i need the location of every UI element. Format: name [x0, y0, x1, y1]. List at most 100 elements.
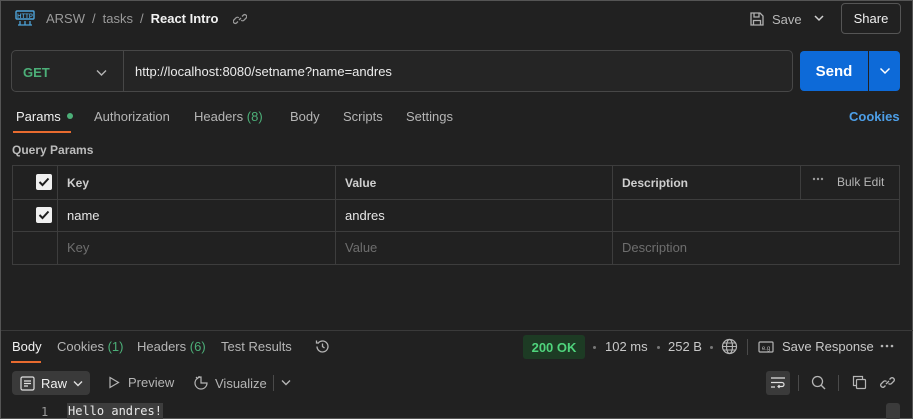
divider [1, 330, 913, 331]
response-tab-headers[interactable]: Headers (6) [137, 339, 206, 354]
response-size[interactable]: 252 B [668, 339, 702, 354]
save-response-icon: e.g [758, 340, 774, 354]
divider [612, 166, 613, 264]
url-input[interactable]: http://localhost:8080/setname?name=andre… [135, 64, 392, 79]
format-label: Raw [41, 375, 68, 391]
divider [800, 166, 801, 199]
breadcrumb-item-collection[interactable]: tasks [103, 11, 133, 26]
history-icon[interactable] [314, 338, 331, 355]
tab-settings[interactable]: Settings [406, 109, 453, 124]
tab-headers[interactable]: Headers (8) [194, 109, 263, 124]
separator-dot [593, 346, 596, 349]
tab-headers-count: (8) [246, 109, 263, 124]
response-tab-body[interactable]: Body [12, 339, 42, 354]
query-params-table: Key Value Description Bulk Edit name and… [12, 165, 900, 265]
separator-dot [710, 346, 713, 349]
new-description-input[interactable]: Description [622, 240, 687, 255]
cookies-link[interactable]: Cookies [849, 109, 900, 124]
response-tab-headers-label: Headers [137, 339, 187, 354]
save-response-button[interactable]: e.g Save Response [758, 339, 874, 354]
divider [13, 231, 899, 232]
chevron-down-icon [73, 380, 83, 387]
wrap-icon [770, 376, 786, 390]
chevron-down-icon[interactable] [96, 69, 107, 77]
svg-text:HTTP: HTTP [17, 14, 33, 20]
copy-icon[interactable] [852, 375, 867, 390]
save-button[interactable]: Save [749, 7, 807, 31]
status-badge[interactable]: 200 OK [523, 335, 585, 359]
divider [123, 51, 124, 91]
separator-dot [657, 346, 660, 349]
preview-label: Preview [128, 375, 175, 390]
raw-icon [20, 375, 35, 391]
response-tab-cookies-count: (1) [107, 339, 124, 354]
divider [13, 199, 899, 200]
param-key-cell[interactable]: name [67, 208, 100, 223]
chevron-down-icon [879, 67, 891, 75]
select-all-checkbox[interactable] [36, 174, 52, 190]
line-number: 1 [41, 405, 49, 419]
link-icon[interactable] [880, 375, 895, 390]
save-response-label: Save Response [782, 339, 874, 354]
chevron-down-icon[interactable] [281, 379, 291, 386]
tab-params-label: Params [16, 109, 61, 124]
response-time[interactable]: 102 ms [605, 339, 648, 354]
divider [838, 375, 839, 391]
divider [273, 375, 274, 391]
new-value-input[interactable]: Value [345, 240, 377, 255]
method-select[interactable]: GET [23, 65, 50, 80]
tab-scripts[interactable]: Scripts [343, 109, 383, 124]
visualize-label: Visualize [215, 375, 267, 391]
visualize-button[interactable]: Visualize [193, 375, 267, 391]
chevron-down-icon[interactable] [813, 12, 825, 24]
wrap-lines-button[interactable] [766, 371, 790, 395]
format-select[interactable]: Raw [12, 371, 90, 395]
globe-icon[interactable] [721, 338, 738, 355]
divider [57, 166, 58, 264]
save-label: Save [772, 11, 802, 27]
breadcrumb-separator: / [92, 11, 96, 26]
send-button[interactable]: Send [800, 51, 868, 91]
send-options-button[interactable] [869, 51, 900, 91]
query-params-heading: Query Params [12, 143, 94, 157]
more-icon[interactable] [880, 342, 894, 350]
visualize-icon [193, 375, 209, 391]
column-header-value: Value [345, 176, 377, 190]
scrollbar[interactable] [886, 403, 900, 419]
column-header-key: Key [67, 176, 90, 190]
response-tab-headers-count: (6) [189, 339, 206, 354]
response-body-line[interactable]: Hello andres! [67, 403, 163, 419]
divider [798, 375, 799, 391]
active-tab-indicator [11, 361, 41, 363]
link-icon[interactable] [233, 12, 247, 26]
new-key-input[interactable]: Key [67, 240, 89, 255]
tab-params[interactable]: Params [16, 109, 73, 124]
tab-authorization[interactable]: Authorization [94, 109, 170, 124]
response-tab-test-results[interactable]: Test Results [221, 339, 292, 354]
param-value-cell[interactable]: andres [345, 208, 385, 223]
bulk-edit-button[interactable]: Bulk Edit [837, 175, 884, 189]
svg-text:e.g: e.g [762, 346, 770, 352]
params-active-dot [66, 113, 73, 119]
request-title[interactable]: React Intro [151, 11, 219, 26]
more-icon[interactable] [812, 173, 824, 185]
http-icon: HTTP [15, 9, 35, 27]
row-checkbox[interactable] [36, 207, 52, 223]
breadcrumb-separator: / [139, 11, 144, 26]
active-tab-indicator [13, 131, 71, 133]
breadcrumb: ARSW / tasks / React Intro [46, 11, 219, 26]
response-tab-cookies[interactable]: Cookies (1) [57, 339, 123, 354]
play-icon [108, 376, 120, 389]
search-icon[interactable] [811, 375, 826, 390]
response-tab-cookies-label: Cookies [57, 339, 104, 354]
preview-button[interactable]: Preview [108, 375, 174, 390]
save-icon [749, 11, 765, 27]
url-bar: GET http://localhost:8080/setname?name=a… [11, 50, 793, 92]
breadcrumb-item-workspace[interactable]: ARSW [46, 11, 85, 26]
column-header-description: Description [622, 176, 689, 190]
divider [747, 339, 748, 355]
divider [335, 166, 336, 264]
share-button[interactable]: Share [841, 3, 901, 34]
tab-body[interactable]: Body [290, 109, 320, 124]
tab-headers-label: Headers [194, 109, 244, 124]
